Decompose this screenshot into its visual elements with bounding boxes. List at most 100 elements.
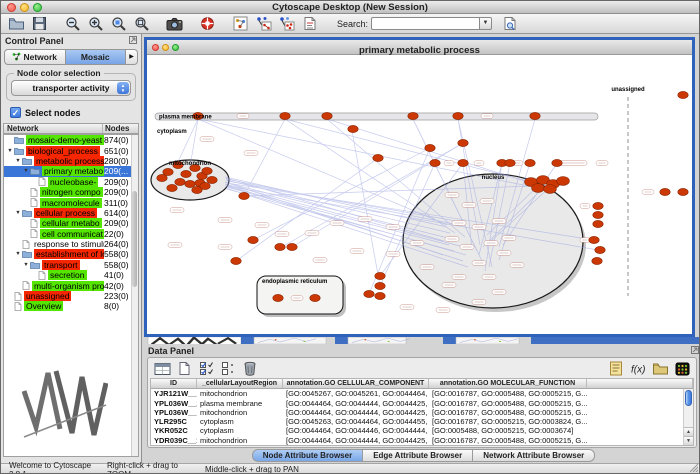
tree-row[interactable]: ▼primary metabo209(... [4, 166, 138, 176]
delete-attribute-icon[interactable] [240, 360, 260, 377]
tree-row[interactable]: mosaic-demo-yeast874(0) [4, 135, 138, 145]
graph-node[interactable] [505, 159, 515, 166]
maximize-button[interactable] [33, 3, 42, 12]
graph-node[interactable] [231, 257, 241, 264]
tree-row[interactable]: ▼biological_process651(0) [4, 145, 138, 155]
expander-icon[interactable]: ▼ [14, 158, 22, 164]
birdseye-view-icon[interactable] [229, 15, 252, 33]
graph-node[interactable] [310, 294, 320, 301]
attribute-table-icon[interactable] [152, 360, 172, 377]
expander-icon[interactable]: ▼ [22, 168, 30, 174]
graph-node[interactable] [207, 176, 217, 183]
apply-layout-icon[interactable] [252, 15, 275, 33]
tree-row[interactable]: multi-organism pro42(0) [4, 280, 138, 290]
tree-row[interactable]: nucleobase-209(0) [4, 177, 138, 187]
graph-node[interactable] [589, 236, 599, 243]
graph-node[interactable] [348, 125, 358, 132]
float-panel-icon[interactable] [129, 36, 137, 46]
table-row[interactable]: YLR295Ccytoplasm[GO:0045263, GO:0044464,… [151, 417, 693, 426]
open-network-icon[interactable] [5, 15, 28, 33]
node-color-select[interactable]: transporter activity ▲▼ [11, 80, 131, 96]
graph-node[interactable] [408, 112, 418, 119]
graph-node[interactable] [678, 91, 688, 98]
zoom-out-icon[interactable] [61, 15, 84, 33]
float-panel-icon[interactable] [691, 346, 699, 356]
table-row[interactable]: YPL036W__2plasma membrane[GO:0044464, GO… [151, 399, 693, 408]
tree-row[interactable]: Overview8(0) [4, 301, 138, 311]
graph-node[interactable] [678, 188, 688, 195]
graph-node[interactable] [167, 184, 177, 191]
graph-node[interactable] [453, 112, 463, 119]
graph-node[interactable] [273, 294, 283, 301]
table-column-header[interactable]: annotation.GO CELLULAR_COMPONENT [283, 379, 429, 388]
table-row[interactable]: YPL036W__1mitochondrion[GO:0044464, GO:0… [151, 408, 693, 417]
tree-column-network[interactable]: Network [4, 124, 102, 133]
graph-node[interactable] [425, 144, 435, 151]
table-scrollbar[interactable]: ▲ ▼ [683, 389, 693, 445]
tab-node-attribute-browser[interactable]: Node Attribute Browser [252, 449, 364, 462]
expander-icon[interactable]: ▼ [22, 262, 30, 268]
tree-row[interactable]: unassigned223(0) [4, 291, 138, 301]
tree-row[interactable]: ▼metabolic process280(0) [4, 156, 138, 166]
graph-node[interactable] [375, 292, 385, 299]
zoom-fit-icon[interactable] [130, 15, 153, 33]
help-icon[interactable] [196, 15, 219, 33]
expander-icon[interactable]: ▼ [6, 148, 14, 154]
frame-maximize-button[interactable] [172, 44, 179, 51]
network-view-titlebar[interactable]: primary metabolic process [147, 40, 692, 55]
graph-node[interactable] [532, 184, 545, 193]
scroll-up-button[interactable]: ▲ [684, 427, 693, 436]
frame-close-button[interactable] [152, 44, 159, 51]
graph-node[interactable] [175, 178, 185, 185]
advanced-search-icon[interactable] [498, 15, 521, 33]
attribute-legend-icon[interactable] [606, 360, 626, 377]
tab-mosaic[interactable]: Mosaic [66, 49, 127, 65]
zoom-in-icon[interactable] [84, 15, 107, 33]
table-row[interactable]: YJR121W__1mitochondrion[GO:0045267, GO:0… [151, 389, 693, 398]
network-view-window[interactable]: primary metabolic process plasma membran… [144, 37, 695, 337]
tree-row[interactable]: cellular metabo209(0) [4, 218, 138, 228]
search-dropdown-button[interactable]: ▼ [479, 17, 492, 30]
network-canvas[interactable]: plasma membranecytoplasmmitochondrionnuc… [147, 55, 692, 334]
graph-node[interactable] [557, 177, 570, 186]
table-column-header[interactable]: ID [151, 379, 197, 388]
table-column-header[interactable]: annotation.GO MOLECULAR_FUNCTION [429, 379, 587, 388]
scroll-down-button[interactable]: ▼ [684, 436, 693, 445]
graph-node[interactable] [364, 290, 374, 297]
graph-node[interactable] [525, 159, 535, 166]
graph-node[interactable] [458, 159, 468, 166]
frame-minimize-button[interactable] [162, 44, 169, 51]
graph-node[interactable] [593, 220, 603, 227]
resize-grip[interactable] [688, 462, 698, 474]
graph-node[interactable] [185, 180, 195, 187]
graph-node[interactable] [660, 188, 670, 195]
tab-edge-attribute-browser[interactable]: Edge Attribute Browser [363, 449, 473, 462]
graph-node[interactable] [239, 192, 249, 199]
tree-column-nodes[interactable]: Nodes [102, 124, 138, 133]
scrollbar-thumb[interactable] [685, 390, 692, 406]
zoom-selected-icon[interactable] [107, 15, 130, 33]
import-attributes-icon[interactable] [650, 360, 670, 377]
tree-row[interactable]: nitrogen compo209(0) [4, 187, 138, 197]
graph-node[interactable] [322, 112, 332, 119]
expander-icon[interactable]: ▼ [14, 251, 22, 257]
tree-row[interactable]: response to stimulu264(0) [4, 239, 138, 249]
graph-node[interactable] [430, 159, 440, 166]
tree-row[interactable]: ▼establishment of lo558(0) [4, 249, 138, 259]
graph-node[interactable] [200, 182, 210, 189]
graph-node[interactable] [181, 170, 191, 177]
search-input[interactable] [371, 17, 479, 30]
tab-network-attribute-browser[interactable]: Network Attribute Browser [473, 449, 595, 462]
matrix-view-icon[interactable] [672, 360, 692, 377]
graph-node[interactable] [280, 112, 290, 119]
graph-node[interactable] [375, 282, 385, 289]
select-nodes-checkbox[interactable]: ✓ [10, 107, 21, 118]
tree-row[interactable]: ▼transport558(0) [4, 260, 138, 270]
snapshot-icon[interactable] [163, 15, 186, 33]
minimize-button[interactable] [20, 3, 29, 12]
apply-vizmap-icon[interactable] [275, 15, 298, 33]
graph-node[interactable] [592, 257, 602, 264]
graph-node[interactable] [202, 167, 212, 174]
graph-node[interactable] [287, 243, 297, 250]
tree-row[interactable]: ▼cellular process614(0) [4, 208, 138, 218]
